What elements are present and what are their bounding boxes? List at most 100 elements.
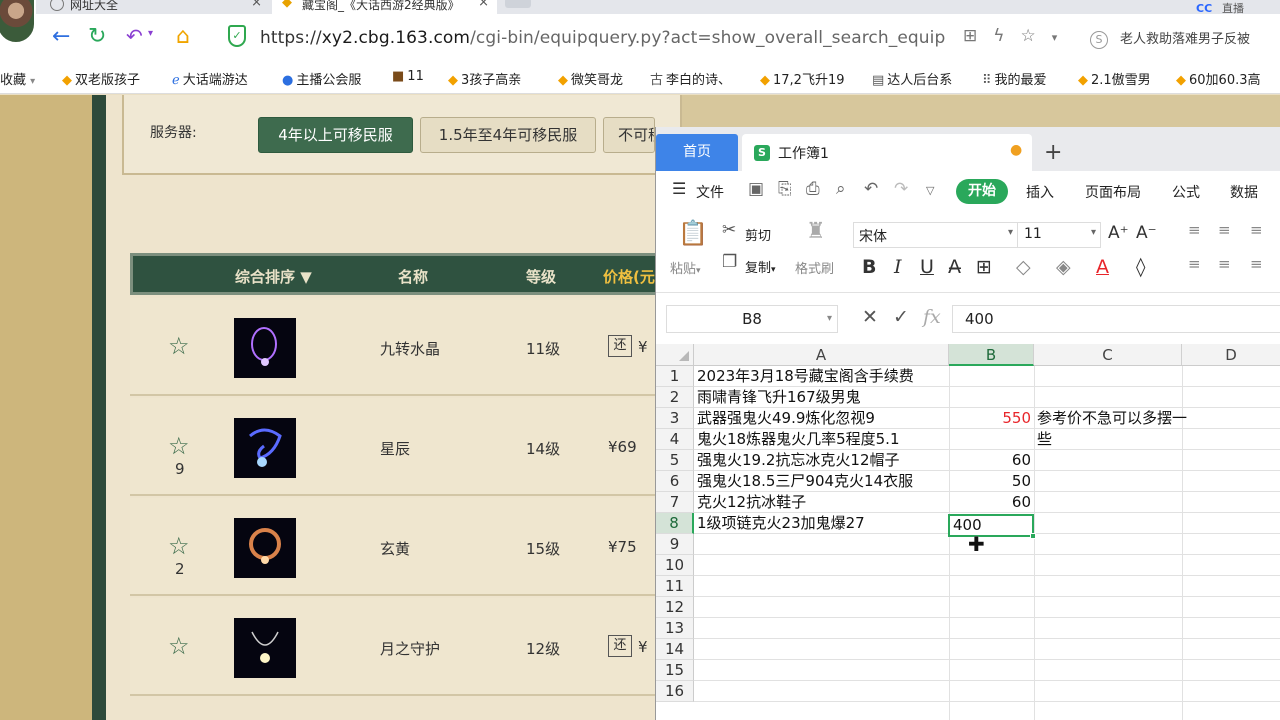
item-thumbnail[interactable] — [234, 518, 296, 578]
format-painter-icon[interactable]: ♜ — [806, 219, 826, 244]
star-icon[interactable]: ☆ — [1020, 26, 1035, 46]
close-icon[interactable]: × — [478, 0, 489, 10]
align-top-icon[interactable]: ≡ — [1188, 221, 1201, 239]
column-header-d[interactable]: D — [1182, 344, 1280, 366]
bookmark-item[interactable]: ◆ 2.1傲雪男 — [1078, 69, 1151, 88]
server-button-4yr-plus[interactable]: 4年以上可移民服 — [258, 117, 413, 153]
spreadsheet-grid[interactable]: A B C D 1 2 3 4 5 6 7 8 9 10 11 12 13 14 — [656, 344, 1280, 720]
align-bottom-icon[interactable]: ≡ — [1250, 221, 1263, 239]
bookmark-item[interactable]: ■ 11 — [392, 69, 424, 84]
export-icon[interactable]: ⎘ — [778, 179, 792, 199]
copy-icon[interactable]: ❐ — [722, 252, 737, 272]
bookmark-item[interactable]: ◆ 微笑哥龙 — [558, 69, 623, 88]
favorite-star-icon[interactable]: ☆ — [168, 432, 190, 460]
item-name[interactable]: 星辰 — [380, 438, 410, 459]
column-header-a[interactable]: A — [694, 344, 949, 366]
row-header-selected[interactable]: 8 — [656, 513, 694, 534]
favorite-star-icon[interactable]: ☆ — [168, 532, 190, 560]
column-header-b[interactable]: B — [949, 344, 1034, 366]
hamburger-menu-icon[interactable]: ☰ — [672, 179, 686, 198]
cancel-entry-icon[interactable]: ✕ — [862, 306, 878, 328]
cell-a4[interactable]: 鬼火18炼器鬼火几率5程度5.1 — [697, 429, 900, 450]
clear-format-icon[interactable]: ◊ — [1136, 256, 1145, 278]
cell-c3[interactable]: 参考价不急可以多摆一些 — [1037, 408, 1187, 450]
menu-file[interactable]: 文件 — [696, 182, 724, 202]
undo-icon[interactable]: ↶ — [126, 24, 143, 48]
row-header[interactable]: 7 — [656, 492, 694, 513]
server-button-non-migrate[interactable]: 不可移民服 — [603, 117, 655, 153]
font-size-select[interactable]: 11 ▾ — [1017, 222, 1101, 248]
cell-a5[interactable]: 强鬼火19.2抗忘冰克火12帽子 — [697, 450, 900, 471]
bookmark-item[interactable]: ▤ 达人后台系 — [872, 69, 952, 88]
bookmark-item[interactable]: ℯ 大话端游达 — [172, 69, 248, 88]
paste-label[interactable]: 粘贴▾ — [670, 258, 701, 277]
cell-b5[interactable]: 60 — [949, 450, 1031, 471]
price-header[interactable]: 价格(元) — [603, 266, 662, 287]
item-name[interactable]: 九转水晶 — [380, 338, 440, 359]
row-header[interactable]: 12 — [656, 597, 694, 618]
user-avatar[interactable] — [0, 0, 36, 44]
item-thumbnail[interactable] — [234, 318, 296, 378]
decrease-font-icon[interactable]: A⁻ — [1136, 223, 1157, 243]
row-header[interactable]: 1 — [656, 366, 694, 387]
table-row[interactable]: ☆ 月之守护 12级 还 ¥ — [130, 598, 670, 696]
cell-a7[interactable]: 克火12抗冰鞋子 — [697, 492, 806, 513]
increase-font-icon[interactable]: A⁺ — [1108, 223, 1129, 243]
favorite-star-icon[interactable]: ☆ — [168, 632, 190, 660]
paste-icon[interactable]: 📋 — [678, 219, 708, 247]
row-header[interactable]: 9 — [656, 534, 694, 555]
browser-tab-active[interactable]: ◆ 藏宝阁_《大话西游2经典版》 × — [272, 0, 497, 14]
row-header[interactable]: 14 — [656, 639, 694, 660]
italic-button[interactable]: I — [894, 256, 902, 278]
item-name[interactable]: 玄黄 — [380, 538, 410, 559]
print-preview-icon[interactable]: ⌕ — [836, 179, 846, 199]
borders-icon[interactable]: ⊞ — [976, 256, 992, 278]
item-thumbnail[interactable] — [234, 618, 296, 678]
bookmark-item[interactable]: ◆ 3孩子高亲 — [448, 69, 521, 88]
align-right-icon[interactable]: ≡ — [1250, 255, 1263, 273]
confirm-entry-icon[interactable]: ✓ — [893, 306, 909, 328]
cell-a2[interactable]: 雨啸青锋飞升167级男鬼 — [697, 387, 861, 408]
chevron-down-icon[interactable]: ▽ — [926, 184, 934, 197]
refresh-icon[interactable]: ↻ — [88, 24, 106, 49]
sort-header[interactable]: 综合排序 ▼ — [235, 266, 312, 287]
active-cell-b8[interactable]: 400 — [948, 514, 1036, 539]
cell-a3[interactable]: 武器强鬼火49.9炼化忽视9 — [697, 408, 875, 429]
fill-style-icon[interactable]: ◇ — [1016, 256, 1031, 278]
print-icon[interactable]: ⎙ — [806, 179, 820, 199]
cell-b6[interactable]: 50 — [949, 471, 1031, 492]
format-painter-label[interactable]: 格式刷 — [795, 258, 834, 277]
cell-a1[interactable]: 2023年3月18号藏宝阁含手续费 — [697, 366, 914, 387]
align-left-icon[interactable]: ≡ — [1188, 255, 1201, 273]
item-thumbnail[interactable] — [234, 418, 296, 478]
menu-data[interactable]: 数据 — [1230, 182, 1258, 202]
row-header[interactable]: 16 — [656, 681, 694, 702]
wps-home-tab[interactable]: 首页 — [656, 134, 738, 171]
insert-function-icon[interactable]: fx — [923, 306, 941, 328]
select-all-corner[interactable] — [656, 344, 694, 366]
chevron-down-icon[interactable]: ▾ — [1052, 31, 1058, 44]
menu-insert[interactable]: 插入 — [1026, 182, 1054, 202]
fill-handle[interactable] — [1030, 533, 1036, 539]
home-icon[interactable]: ⌂ — [176, 24, 190, 49]
save-icon[interactable]: ▣ — [748, 179, 764, 199]
lightning-icon[interactable]: ϟ — [993, 26, 1004, 46]
cell-b3[interactable]: 550 — [949, 408, 1031, 429]
row-header[interactable]: 6 — [656, 471, 694, 492]
row-header[interactable]: 2 — [656, 387, 694, 408]
bookmark-item[interactable]: ◆ 17,2飞升19 — [760, 69, 845, 88]
cut-button[interactable]: 剪切 — [745, 225, 771, 244]
cell-a6[interactable]: 强鬼火18.5三尸904克火14衣服 — [697, 471, 913, 492]
close-icon[interactable]: × — [251, 0, 262, 10]
bookmark-item[interactable]: ◆ 60加60.3高 — [1176, 69, 1261, 88]
font-family-select[interactable]: 宋体 ▾ — [853, 222, 1018, 248]
row-header[interactable]: 5 — [656, 450, 694, 471]
browser-tab[interactable]: 网址大全 × — [40, 0, 270, 14]
url-field[interactable]: ✓ https://xy2.cbg.163.com/cgi-bin/equipq… — [218, 22, 1280, 54]
apps-grid-icon[interactable]: ⊞ — [963, 26, 977, 46]
menu-start[interactable]: 开始 — [956, 179, 1008, 204]
menu-formula[interactable]: 公式 — [1172, 182, 1200, 202]
row-header[interactable]: 3 — [656, 408, 694, 429]
cell-a8[interactable]: 1级项链克火23加鬼爆27 — [697, 513, 865, 534]
bookmark-item[interactable]: ⠿ 我的最爱 — [982, 69, 1047, 88]
